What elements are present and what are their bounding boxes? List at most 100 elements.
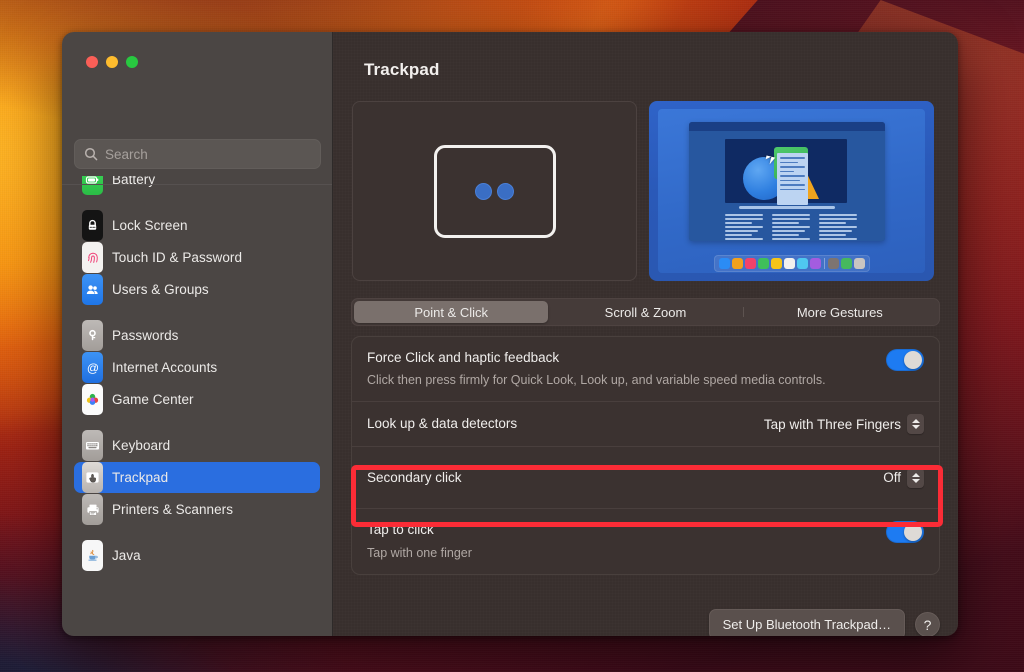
sidebar-item-java[interactable]: Java (74, 540, 320, 571)
search-icon (84, 147, 98, 161)
sidebar-item-label: Trackpad (112, 470, 168, 485)
tap-to-click-toggle[interactable] (886, 521, 924, 543)
sidebar-item-printers-scanners[interactable]: Printers & Scanners (74, 494, 320, 525)
sidebar-group-gap (74, 416, 320, 430)
sidebar-item-label: Lock Screen (112, 218, 188, 233)
finger-dot-right-icon (497, 183, 514, 200)
sidebar-item-label: Passwords (112, 328, 178, 343)
close-window-button[interactable] (86, 56, 98, 68)
zoom-window-button[interactable] (126, 56, 138, 68)
preview-window-titlebar (689, 122, 885, 131)
tab-scroll-and-zoom[interactable]: Scroll & Zoom (548, 301, 742, 323)
settings-card: Force Click and haptic feedback Click th… (351, 336, 940, 575)
fingerprint-icon (82, 242, 103, 273)
dock-app-icon (771, 258, 782, 269)
lock-icon (82, 210, 103, 241)
chevron-up-down-icon (907, 414, 924, 434)
help-button[interactable]: ? (915, 612, 940, 636)
game-center-icon (82, 384, 103, 415)
preview-dock (714, 255, 870, 272)
row-title: Secondary click (367, 469, 869, 487)
sidebar-item-keyboard[interactable]: Keyboard (74, 430, 320, 461)
search-field[interactable] (74, 139, 321, 169)
key-icon (82, 320, 103, 351)
look-up-popup-button[interactable]: Tap with Three Fingers (764, 414, 924, 434)
row-title: Tap to click (367, 521, 872, 539)
popup-value: Tap with Three Fingers (764, 417, 901, 432)
trackpad-outline-icon (434, 145, 556, 238)
minimize-window-button[interactable] (106, 56, 118, 68)
content-pane: Trackpad (333, 32, 958, 636)
dock-app-icon (784, 258, 795, 269)
preview-app-window (689, 122, 885, 241)
sidebar-divider (62, 184, 332, 185)
chevron-up-down-icon (907, 468, 924, 488)
dock-app-icon (797, 258, 808, 269)
sidebar-item-game-center[interactable]: Game Center (74, 384, 320, 415)
dock-app-icon (841, 258, 852, 269)
preview-row (351, 101, 940, 281)
desktop-wallpaper: BatteryLock ScreenTouch ID & PasswordUse… (0, 0, 1024, 672)
force-click-toggle[interactable] (886, 349, 924, 371)
preview-text-column (725, 214, 763, 241)
row-subtitle: Click then press firmly for Quick Look, … (367, 371, 837, 389)
dock-app-icon (828, 258, 839, 269)
sidebar-item-lock-screen[interactable]: Lock Screen (74, 210, 320, 241)
sidebar-item-label: Printers & Scanners (112, 502, 233, 517)
at-sign-icon: @ (82, 352, 103, 383)
users-icon (82, 274, 103, 305)
preview-text-column (772, 214, 810, 241)
row-title: Look up & data detectors (367, 415, 750, 433)
dock-app-icon (719, 258, 730, 269)
dock-app-icon (732, 258, 743, 269)
system-settings-window: BatteryLock ScreenTouch ID & PasswordUse… (62, 32, 958, 636)
trackpad-two-finger-illustration (352, 101, 637, 281)
sidebar-item-label: Java (112, 548, 141, 563)
preview-window-body (689, 131, 885, 241)
secondary-click-popup-button[interactable]: Off (883, 468, 924, 488)
dock-app-icon (810, 258, 821, 269)
popup-value: Off (883, 470, 901, 485)
page-title: Trackpad (351, 32, 940, 80)
preview-text-column (819, 214, 857, 241)
sidebar-item-touch-id-password[interactable]: Touch ID & Password (74, 242, 320, 273)
row-subtitle: Tap with one finger (367, 544, 837, 562)
sidebar-item-label: Users & Groups (112, 282, 209, 297)
set-up-bluetooth-trackpad-button[interactable]: Set Up Bluetooth Trackpad… (709, 609, 905, 636)
printer-icon (82, 494, 103, 525)
dock-app-icon (854, 258, 865, 269)
sidebar-item-label: Keyboard (112, 438, 170, 453)
sidebar-item-label: Internet Accounts (112, 360, 217, 375)
preview-floating-document-icon (777, 153, 808, 205)
sidebar-item-list: BatteryLock ScreenTouch ID & PasswordUse… (62, 132, 332, 636)
sidebar: BatteryLock ScreenTouch ID & PasswordUse… (62, 32, 333, 636)
sidebar-item-trackpad[interactable]: Trackpad (74, 462, 320, 493)
gesture-video-preview[interactable] (649, 101, 934, 281)
window-traffic-lights (86, 56, 138, 68)
toggle-knob (904, 523, 922, 541)
keyboard-icon (82, 430, 103, 461)
trackpad-icon (82, 462, 103, 493)
sidebar-item-label: Touch ID & Password (112, 250, 242, 265)
sidebar-item-label: Game Center (112, 392, 194, 407)
tab-more-gestures[interactable]: More Gestures (743, 301, 937, 323)
tab-point-and-click[interactable]: Point & Click (354, 301, 548, 323)
sidebar-item-internet-accounts[interactable]: @ Internet Accounts (74, 352, 320, 383)
sidebar-item-passwords[interactable]: Passwords (74, 320, 320, 351)
dock-separator (824, 258, 825, 269)
preview-text-columns (725, 214, 857, 241)
row-title: Force Click and haptic feedback (367, 349, 872, 367)
dock-app-icon (745, 258, 756, 269)
window-bottom-bar: Set Up Bluetooth Trackpad… ? (709, 609, 940, 636)
row-tap-to-click[interactable]: Tap to click Tap with one finger (352, 508, 939, 573)
sidebar-group-gap (74, 526, 320, 540)
java-icon (82, 540, 103, 571)
search-input[interactable] (105, 147, 311, 162)
toggle-knob (904, 351, 922, 369)
sidebar-item-users-groups[interactable]: Users & Groups (74, 274, 320, 305)
row-secondary-click[interactable]: Secondary click Off (352, 446, 939, 508)
preview-divider-bar (739, 206, 835, 209)
row-look-up-and-data-detectors[interactable]: Look up & data detectors Tap with Three … (352, 401, 939, 446)
row-force-click[interactable]: Force Click and haptic feedback Click th… (352, 337, 939, 401)
gesture-tab-bar: Point & Click Scroll & Zoom More Gesture… (351, 298, 940, 326)
